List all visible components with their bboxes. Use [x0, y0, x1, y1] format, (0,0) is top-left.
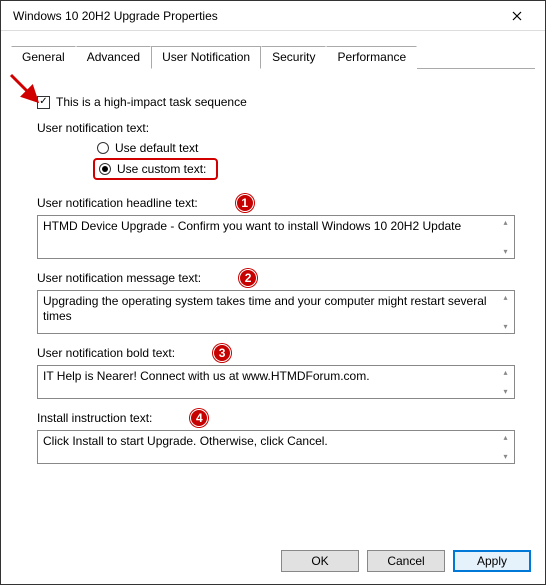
- scroll-up-icon[interactable]: ▴: [503, 368, 507, 377]
- headline-label: User notification headline text:: [37, 196, 198, 210]
- section-bold: User notification bold text: 3 IT Help i…: [37, 344, 515, 399]
- scroll-down-icon[interactable]: ▾: [503, 387, 507, 396]
- headline-text-value: HTMD Device Upgrade - Confirm you want t…: [38, 216, 497, 258]
- badge-1: 1: [236, 194, 254, 212]
- bold-textarea[interactable]: IT Help is Nearer! Connect with us at ww…: [37, 365, 515, 399]
- close-icon: [512, 11, 522, 21]
- radio-default-text-row: Use default text: [97, 141, 515, 155]
- radio-custom-text-highlight: Use custom text:: [93, 158, 218, 180]
- install-text-value: Click Install to start Upgrade. Otherwis…: [38, 431, 497, 463]
- badge-4: 4: [190, 409, 208, 427]
- dialog-window: Windows 10 20H2 Upgrade Properties Gener…: [0, 0, 546, 585]
- scroll-down-icon[interactable]: ▾: [503, 452, 507, 461]
- bold-label: User notification bold text:: [37, 346, 175, 360]
- notification-text-heading: User notification text:: [37, 121, 515, 135]
- section-install: Install instruction text: 4 Click Instal…: [37, 409, 515, 464]
- titlebar: Windows 10 20H2 Upgrade Properties: [1, 1, 545, 31]
- tab-advanced[interactable]: Advanced: [76, 46, 151, 69]
- cancel-button[interactable]: Cancel: [367, 550, 445, 572]
- annotation-arrow-icon: [9, 73, 43, 107]
- scroll-up-icon[interactable]: ▴: [503, 218, 507, 227]
- install-label: Install instruction text:: [37, 411, 152, 425]
- message-text-value: Upgrading the operating system takes tim…: [38, 291, 497, 333]
- tab-security[interactable]: Security: [261, 46, 326, 69]
- high-impact-row: ✓ This is a high-impact task sequence: [37, 95, 515, 109]
- tab-general[interactable]: General: [11, 46, 76, 69]
- message-label: User notification message text:: [37, 271, 201, 285]
- scroll-down-icon[interactable]: ▾: [503, 322, 507, 331]
- apply-button[interactable]: Apply: [453, 550, 531, 572]
- radio-default-text-label: Use default text: [115, 141, 198, 155]
- radio-custom-text[interactable]: [99, 163, 111, 175]
- ok-button[interactable]: OK: [281, 550, 359, 572]
- scrollbar[interactable]: ▴ ▾: [497, 366, 514, 398]
- tab-content: ✓ This is a high-impact task sequence Us…: [1, 71, 545, 474]
- headline-textarea[interactable]: HTMD Device Upgrade - Confirm you want t…: [37, 215, 515, 259]
- section-headline: User notification headline text: 1 HTMD …: [37, 194, 515, 259]
- scroll-down-icon[interactable]: ▾: [503, 247, 507, 256]
- close-button[interactable]: [497, 2, 537, 30]
- tab-strip: General Advanced User Notification Secur…: [11, 45, 535, 69]
- section-message: User notification message text: 2 Upgrad…: [37, 269, 515, 334]
- high-impact-label: This is a high-impact task sequence: [56, 95, 247, 109]
- install-textarea[interactable]: Click Install to start Upgrade. Otherwis…: [37, 430, 515, 464]
- badge-2: 2: [239, 269, 257, 287]
- window-title: Windows 10 20H2 Upgrade Properties: [13, 9, 497, 23]
- scrollbar[interactable]: ▴ ▾: [497, 291, 514, 333]
- message-textarea[interactable]: Upgrading the operating system takes tim…: [37, 290, 515, 334]
- scroll-up-icon[interactable]: ▴: [503, 433, 507, 442]
- tab-user-notification[interactable]: User Notification: [151, 46, 261, 69]
- scrollbar[interactable]: ▴ ▾: [497, 216, 514, 258]
- scrollbar[interactable]: ▴ ▾: [497, 431, 514, 463]
- tab-area: General Advanced User Notification Secur…: [1, 31, 545, 71]
- bold-text-value: IT Help is Nearer! Connect with us at ww…: [38, 366, 497, 398]
- radio-dot-icon: [102, 166, 108, 172]
- badge-3: 3: [213, 344, 231, 362]
- radio-custom-text-label: Use custom text:: [117, 162, 206, 176]
- tab-performance[interactable]: Performance: [326, 46, 417, 69]
- radio-default-text[interactable]: [97, 142, 109, 154]
- dialog-buttons: OK Cancel Apply: [281, 550, 531, 572]
- scroll-up-icon[interactable]: ▴: [503, 293, 507, 302]
